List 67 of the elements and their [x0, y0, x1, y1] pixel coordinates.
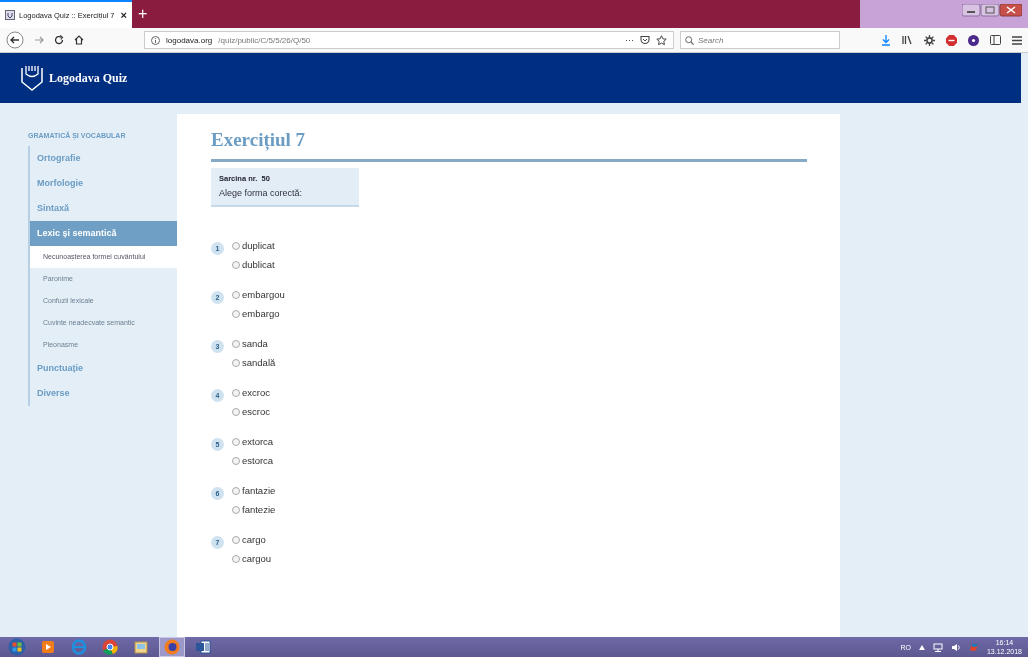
radio-button[interactable]: [232, 505, 240, 514]
answer-option[interactable]: sanda: [232, 337, 276, 350]
radio-button[interactable]: [232, 456, 240, 465]
task-prompt: Alege forma corectă:: [219, 188, 304, 198]
answer-option[interactable]: sandală: [232, 356, 276, 369]
site-logo-text[interactable]: Logodava Quiz: [49, 70, 128, 86]
radio-button[interactable]: [232, 339, 240, 348]
radio-button[interactable]: [232, 309, 240, 318]
new-tab-button[interactable]: +: [131, 0, 154, 28]
folder-icon: [132, 638, 150, 656]
info-icon: [151, 35, 160, 45]
radio-button[interactable]: [232, 260, 240, 269]
radio-button[interactable]: [232, 486, 240, 495]
window-controls-drawing: [962, 4, 1022, 18]
radio-button[interactable]: [232, 407, 240, 416]
browser-ring-icon: [101, 638, 119, 656]
radio-button[interactable]: [232, 358, 240, 367]
radio-button[interactable]: [232, 388, 240, 397]
media-player-icon: [39, 638, 57, 656]
url-domain: logodava.org: [166, 35, 213, 45]
circle-icon[interactable]: [968, 34, 979, 46]
close-button[interactable]: ×: [118, 9, 129, 21]
answer-option[interactable]: estorca: [232, 454, 274, 467]
forward-icon[interactable]: [34, 35, 44, 45]
star-icon[interactable]: [656, 34, 667, 46]
stop-sign-icon[interactable]: [946, 34, 957, 46]
network-icon[interactable]: [932, 642, 943, 652]
answer-option[interactable]: dublicat: [232, 258, 275, 271]
radio-button[interactable]: [232, 535, 240, 544]
pocket-icon[interactable]: [640, 35, 650, 45]
shield-logo-icon[interactable]: [21, 65, 43, 91]
address-bar[interactable]: logodava.org /quiz/public/C/5/5/26/Q/50 ···: [144, 31, 674, 49]
search-icon: [685, 35, 694, 45]
gear-icon[interactable]: [924, 34, 935, 46]
download-icon[interactable]: [881, 34, 891, 46]
library-icon[interactable]: [902, 35, 913, 45]
taskbar-button[interactable]: [159, 637, 185, 657]
exercise-title: Exercițiul 7: [211, 129, 306, 151]
shield-icon: [5, 10, 15, 20]
answer-option[interactable]: cargo: [232, 533, 272, 546]
home-icon[interactable]: [74, 35, 84, 45]
answer-option[interactable]: excroc: [232, 386, 270, 399]
answer-option[interactable]: fantezie: [232, 503, 276, 516]
back-icon[interactable]: [6, 31, 24, 49]
menu-icon[interactable]: [1012, 35, 1022, 45]
sidebar-icon[interactable]: [990, 35, 1001, 45]
browser-fox-icon: [163, 638, 181, 656]
radio-button[interactable]: [232, 241, 240, 250]
answer-option[interactable]: embargo: [232, 307, 285, 320]
answer-option[interactable]: fantazie: [232, 484, 276, 497]
browser-e-icon: [70, 638, 88, 656]
search-field[interactable]: Search: [680, 31, 840, 49]
radio-button[interactable]: [232, 290, 240, 299]
reload-icon[interactable]: [54, 35, 64, 45]
answer-option[interactable]: embargou: [232, 288, 285, 301]
answer-option[interactable]: escroc: [232, 405, 270, 418]
url-path: /quiz/public/C/5/5/26/Q/50: [218, 35, 312, 45]
answer-option[interactable]: duplicat: [232, 239, 275, 252]
document-w-icon: [194, 638, 212, 656]
radio-button[interactable]: [232, 554, 240, 563]
search-input[interactable]: Search: [698, 35, 828, 45]
answer-option[interactable]: extorca: [232, 435, 274, 448]
radio-button[interactable]: [232, 437, 240, 446]
caret-icon[interactable]: [918, 644, 925, 650]
more-button[interactable]: ···: [625, 35, 634, 45]
speaker-icon[interactable]: [950, 642, 961, 652]
answer-option[interactable]: cargou: [232, 552, 272, 565]
